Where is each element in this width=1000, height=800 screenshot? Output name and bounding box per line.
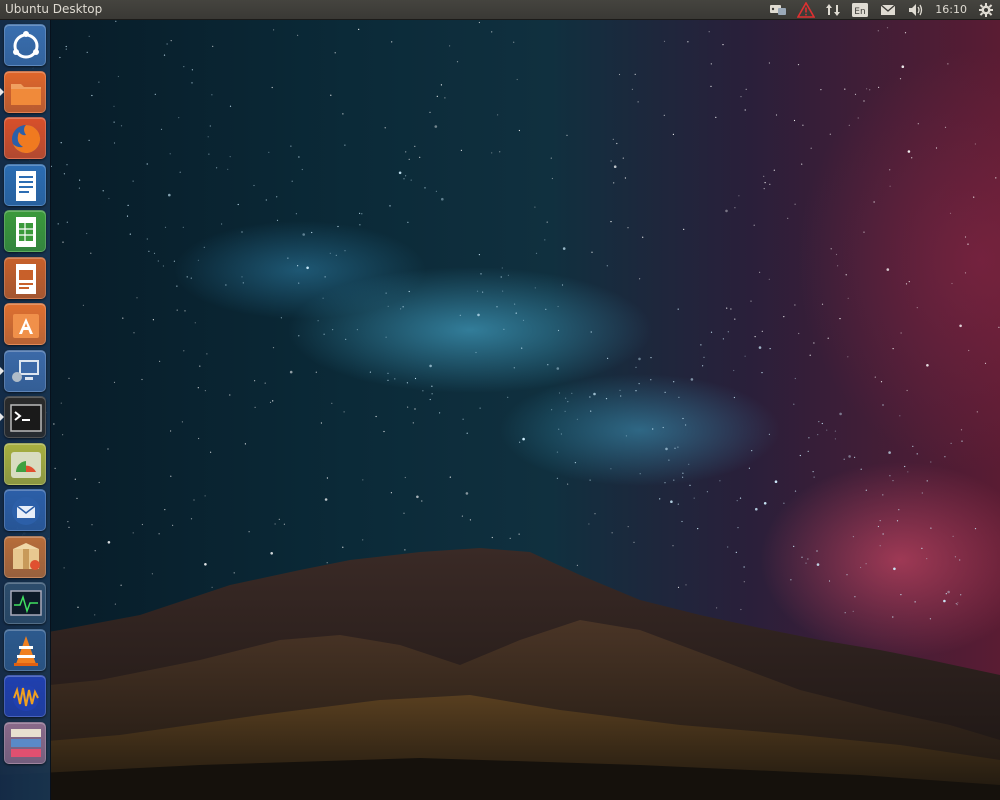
top-panel: Ubuntu Desktop En 16:10	[0, 0, 1000, 20]
software-center-icon[interactable]	[4, 303, 46, 345]
desktop-screen: Ubuntu Desktop En 16:10	[0, 0, 1000, 800]
launcher	[0, 20, 51, 800]
keyboard-layout-icon[interactable]: En	[846, 0, 874, 19]
running-indicator	[0, 413, 4, 421]
mountain-range	[0, 548, 1000, 800]
keyboard-layout-label: En	[855, 7, 866, 17]
disk-usage-icon[interactable]	[4, 442, 46, 485]
desktop-wallpaper	[0, 0, 1000, 800]
stacked-apps-icon[interactable]	[4, 721, 46, 764]
update-warning-icon[interactable]	[792, 0, 820, 19]
vlc-icon[interactable]	[4, 628, 46, 671]
package-installer-icon[interactable]	[4, 535, 46, 578]
messaging-tray-icon[interactable]	[764, 0, 792, 19]
calc-spreadsheet-icon[interactable]	[4, 210, 46, 252]
system-monitor-icon[interactable]	[4, 582, 46, 624]
session-gear-icon[interactable]	[972, 0, 1000, 19]
running-indicator	[0, 366, 4, 375]
impress-presentation-icon[interactable]	[4, 256, 46, 299]
audacity-icon[interactable]	[4, 675, 46, 717]
firefox-icon[interactable]	[4, 117, 46, 159]
terminal-icon[interactable]	[4, 396, 46, 438]
files-folder-icon[interactable]	[4, 70, 46, 113]
thunderbird-icon[interactable]	[4, 489, 46, 531]
mail-icon[interactable]	[874, 0, 902, 19]
indicator-area: En 16:10	[764, 0, 1000, 19]
dash-home-icon[interactable]	[4, 24, 46, 66]
running-indicator	[0, 87, 4, 96]
clock-text: 16:10	[935, 3, 967, 16]
window-title: Ubuntu Desktop	[5, 2, 103, 16]
volume-icon[interactable]	[902, 0, 930, 19]
network-updown-icon[interactable]	[820, 0, 846, 19]
writer-document-icon[interactable]	[4, 163, 46, 206]
remote-desktop-icon[interactable]	[4, 349, 46, 392]
clock[interactable]: 16:10	[930, 0, 972, 19]
